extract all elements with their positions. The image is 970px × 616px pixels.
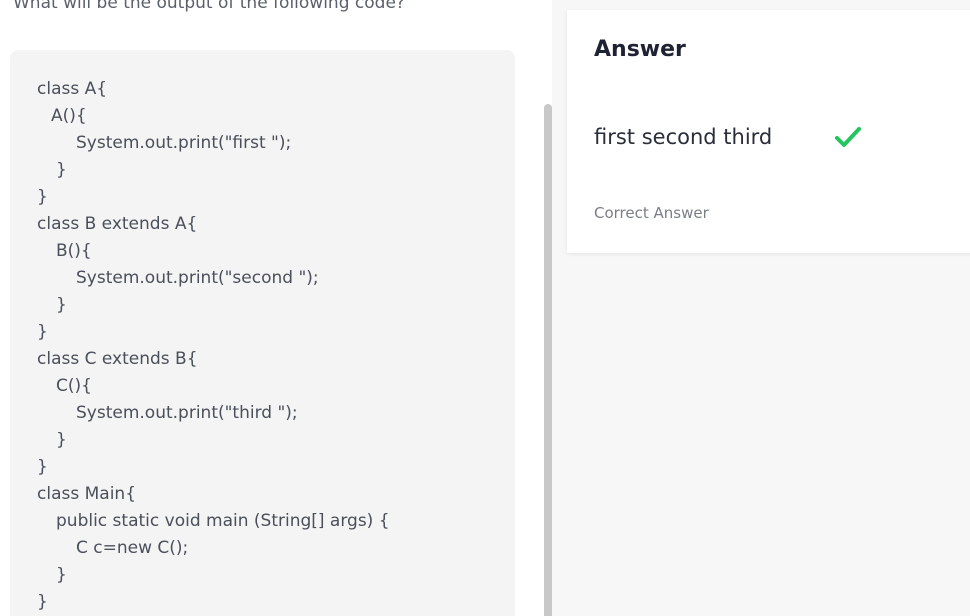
code-line: } bbox=[37, 187, 48, 207]
question-text: What will be the output of the following… bbox=[13, 0, 405, 13]
code-line: C c=new C(); bbox=[76, 538, 189, 558]
code-line: C(){ bbox=[56, 376, 92, 396]
code-line: class Main{ bbox=[37, 484, 137, 504]
code-line: class B extends A{ bbox=[37, 214, 198, 234]
answer-card: Answer first second third Correct Answer bbox=[567, 10, 970, 253]
code-line: class C extends B{ bbox=[37, 349, 198, 369]
answer-title: Answer bbox=[594, 37, 686, 62]
code-line: class A{ bbox=[37, 79, 108, 99]
code-line: A(){ bbox=[51, 106, 87, 126]
answer-text: first second third bbox=[594, 125, 773, 149]
code-line: } bbox=[37, 457, 48, 477]
code-line: System.out.print("first "); bbox=[76, 133, 292, 153]
code-line: System.out.print("third "); bbox=[76, 403, 298, 423]
question-panel: What will be the output of the following… bbox=[0, 0, 544, 616]
code-block: class A{ A(){ System.out.print("first ")… bbox=[10, 50, 515, 616]
code-line: System.out.print("second "); bbox=[76, 268, 319, 288]
code-line: } bbox=[56, 160, 67, 180]
check-icon bbox=[835, 127, 861, 147]
code-line: } bbox=[56, 565, 67, 585]
correct-answer-label: Correct Answer bbox=[594, 204, 709, 222]
code-line: } bbox=[37, 322, 48, 342]
scrollbar-thumb[interactable] bbox=[544, 104, 552, 616]
code-line: } bbox=[37, 592, 48, 612]
code-line: public static void main (String[] args) … bbox=[56, 511, 390, 531]
code-line: } bbox=[56, 295, 67, 315]
code-line: } bbox=[56, 430, 67, 450]
quiz-page: What will be the output of the following… bbox=[0, 0, 970, 616]
code-line: B(){ bbox=[56, 241, 92, 261]
